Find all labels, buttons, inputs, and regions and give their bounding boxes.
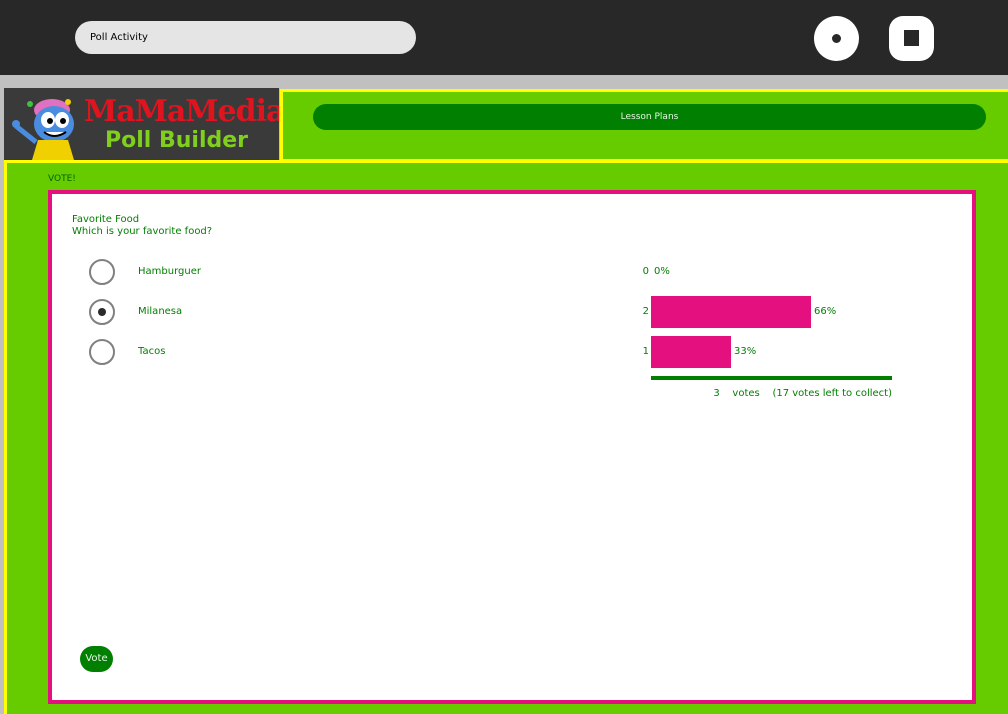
poll-title: Favorite Food xyxy=(72,214,140,225)
votes-word: votes xyxy=(732,388,760,399)
results-total-line xyxy=(651,376,892,380)
choice-percent-1: 66% xyxy=(814,306,837,317)
record-button[interactable] xyxy=(814,16,859,61)
choice-percent-2: 33% xyxy=(734,346,757,357)
vote-total: 3 votes (17 votes left to collect) xyxy=(651,388,892,399)
logo-brand: MaMaMedia xyxy=(84,94,279,129)
choice-vote-count-2: 1 xyxy=(642,346,649,357)
choice-result-bar-2 xyxy=(651,336,731,368)
poll-question: Which is your favorite food? xyxy=(72,226,213,237)
activity-title-field[interactable]: Poll Activity xyxy=(75,21,416,54)
votes-left: (17 votes left to collect) xyxy=(772,388,892,399)
logo-subtitle: Poll Builder xyxy=(105,128,249,153)
record-icon xyxy=(832,34,841,43)
choice-label-0: Hamburguer xyxy=(138,266,201,277)
radio-selected-dot xyxy=(98,308,106,316)
stop-button[interactable] xyxy=(889,16,934,61)
choice-radio-2[interactable] xyxy=(89,339,115,365)
total-votes-count: 3 xyxy=(713,388,720,399)
mascot-icon xyxy=(12,99,74,160)
choice-vote-count-1: 2 xyxy=(642,306,649,317)
mamamedia-logo: MaMaMedia Poll Builder xyxy=(4,88,279,160)
stop-icon xyxy=(904,30,919,46)
vote-button[interactable]: Vote xyxy=(80,646,113,672)
choice-result-bar-1 xyxy=(651,296,811,328)
choice-radio-0[interactable] xyxy=(89,259,115,285)
lesson-plans-button[interactable]: Lesson Plans xyxy=(313,104,986,130)
choice-label-2: Tacos xyxy=(138,346,166,357)
choice-percent-0: 0% xyxy=(654,266,670,277)
choice-radio-1[interactable] xyxy=(89,299,115,325)
vote-heading: VOTE! xyxy=(48,174,76,184)
toolbar-separator xyxy=(0,75,1008,88)
choice-vote-count-0: 0 xyxy=(642,266,649,277)
choice-label-1: Milanesa xyxy=(138,306,183,317)
toolbar: Poll Activity xyxy=(0,0,1008,75)
